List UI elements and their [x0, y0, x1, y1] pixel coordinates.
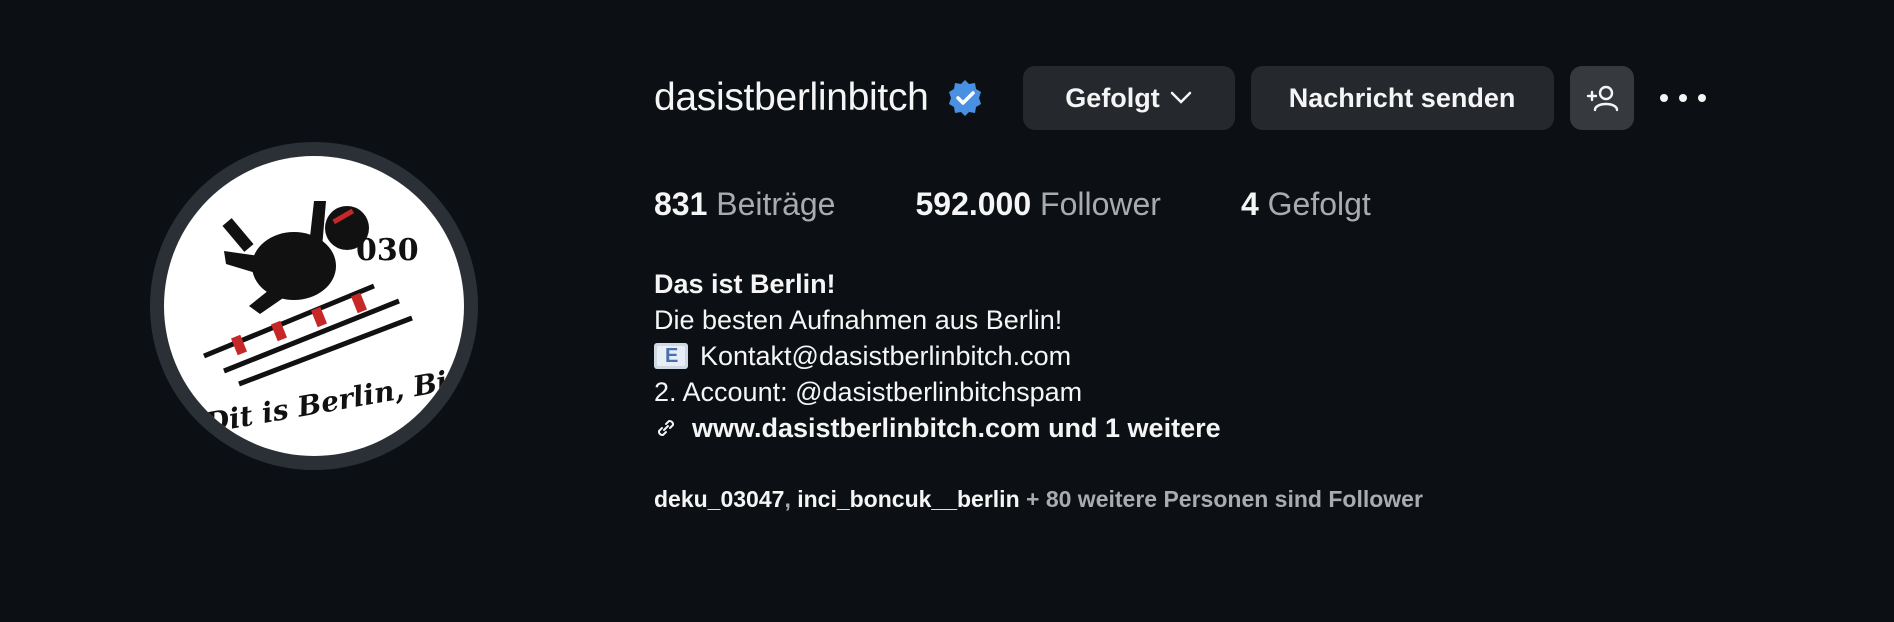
avatar-number: 030 — [356, 233, 419, 268]
bio-contact-email: Kontakt@dasistberlinbitch.com — [700, 341, 1072, 371]
following-count: 4 — [1240, 186, 1259, 222]
chevron-down-icon — [1170, 91, 1192, 104]
bear-arm — [309, 201, 326, 248]
profile-stats: 831 Beiträge 592.000 Follower 4 Gefolgt — [654, 186, 1451, 223]
profile-avatar[interactable]: 030 Dit is Berlin, Bitch! — [164, 156, 464, 456]
mutual-user-2: inci_boncuk__berlin — [797, 486, 1020, 512]
following-button-label: Gefolgt — [1065, 82, 1160, 113]
mutual-suffix: + 80 weitere Personen sind Follower — [1019, 486, 1423, 512]
more-options-icon[interactable] — [1659, 78, 1706, 118]
profile-username[interactable]: dasistberlinbitch — [654, 76, 929, 120]
bio-link-text: www.dasistberlinbitch.com und 1 weitere — [692, 413, 1221, 443]
posts-stat[interactable]: 831 Beiträge — [654, 186, 835, 223]
profile-bio: Das ist Berlin! Die besten Aufnahmen aus… — [654, 266, 1221, 446]
profile-header: dasistberlinbitch Gefolgt Nachricht send… — [654, 66, 1706, 130]
bottle-shape — [222, 218, 254, 252]
send-message-label: Nachricht senden — [1288, 82, 1516, 113]
add-person-icon — [1586, 85, 1618, 112]
mutual-separator: , — [784, 486, 798, 512]
avatar-logo: 030 Dit is Berlin, Bitch! — [202, 201, 464, 440]
send-message-button[interactable]: Nachricht senden — [1250, 66, 1554, 130]
verified-badge-icon — [948, 80, 981, 116]
email-icon — [654, 343, 688, 369]
bio-second-account[interactable]: 2. Account: @dasistberlinbitchspam — [654, 374, 1221, 410]
bear-body — [252, 232, 336, 300]
rail-tracks — [203, 283, 413, 387]
posts-count: 831 — [654, 186, 708, 222]
following-label: Gefolgt — [1267, 186, 1371, 222]
link-icon — [657, 419, 675, 437]
mutual-followers[interactable]: deku_03047, inci_boncuk__berlin + 80 wei… — [654, 486, 1423, 513]
bio-contact-line: Kontakt@dasistberlinbitch.com — [654, 338, 1221, 374]
posts-label: Beiträge — [716, 186, 836, 222]
profile-avatar-ring[interactable]: 030 Dit is Berlin, Bitch! — [150, 142, 478, 470]
suggested-accounts-button[interactable] — [1569, 66, 1634, 130]
following-stat[interactable]: 4 Gefolgt — [1241, 186, 1371, 223]
followers-stat[interactable]: 592.000 Follower — [915, 186, 1160, 223]
bio-name: Das ist Berlin! — [654, 269, 836, 299]
mutual-user-1: deku_03047 — [654, 486, 785, 512]
bio-link[interactable]: www.dasistberlinbitch.com und 1 weitere — [654, 410, 1221, 446]
followers-count: 592.000 — [915, 186, 1032, 222]
bear-leg — [224, 251, 259, 274]
followers-label: Follower — [1040, 186, 1161, 222]
following-button[interactable]: Gefolgt — [1022, 66, 1235, 130]
bio-line-1: Die besten Aufnahmen aus Berlin! — [654, 305, 1063, 335]
